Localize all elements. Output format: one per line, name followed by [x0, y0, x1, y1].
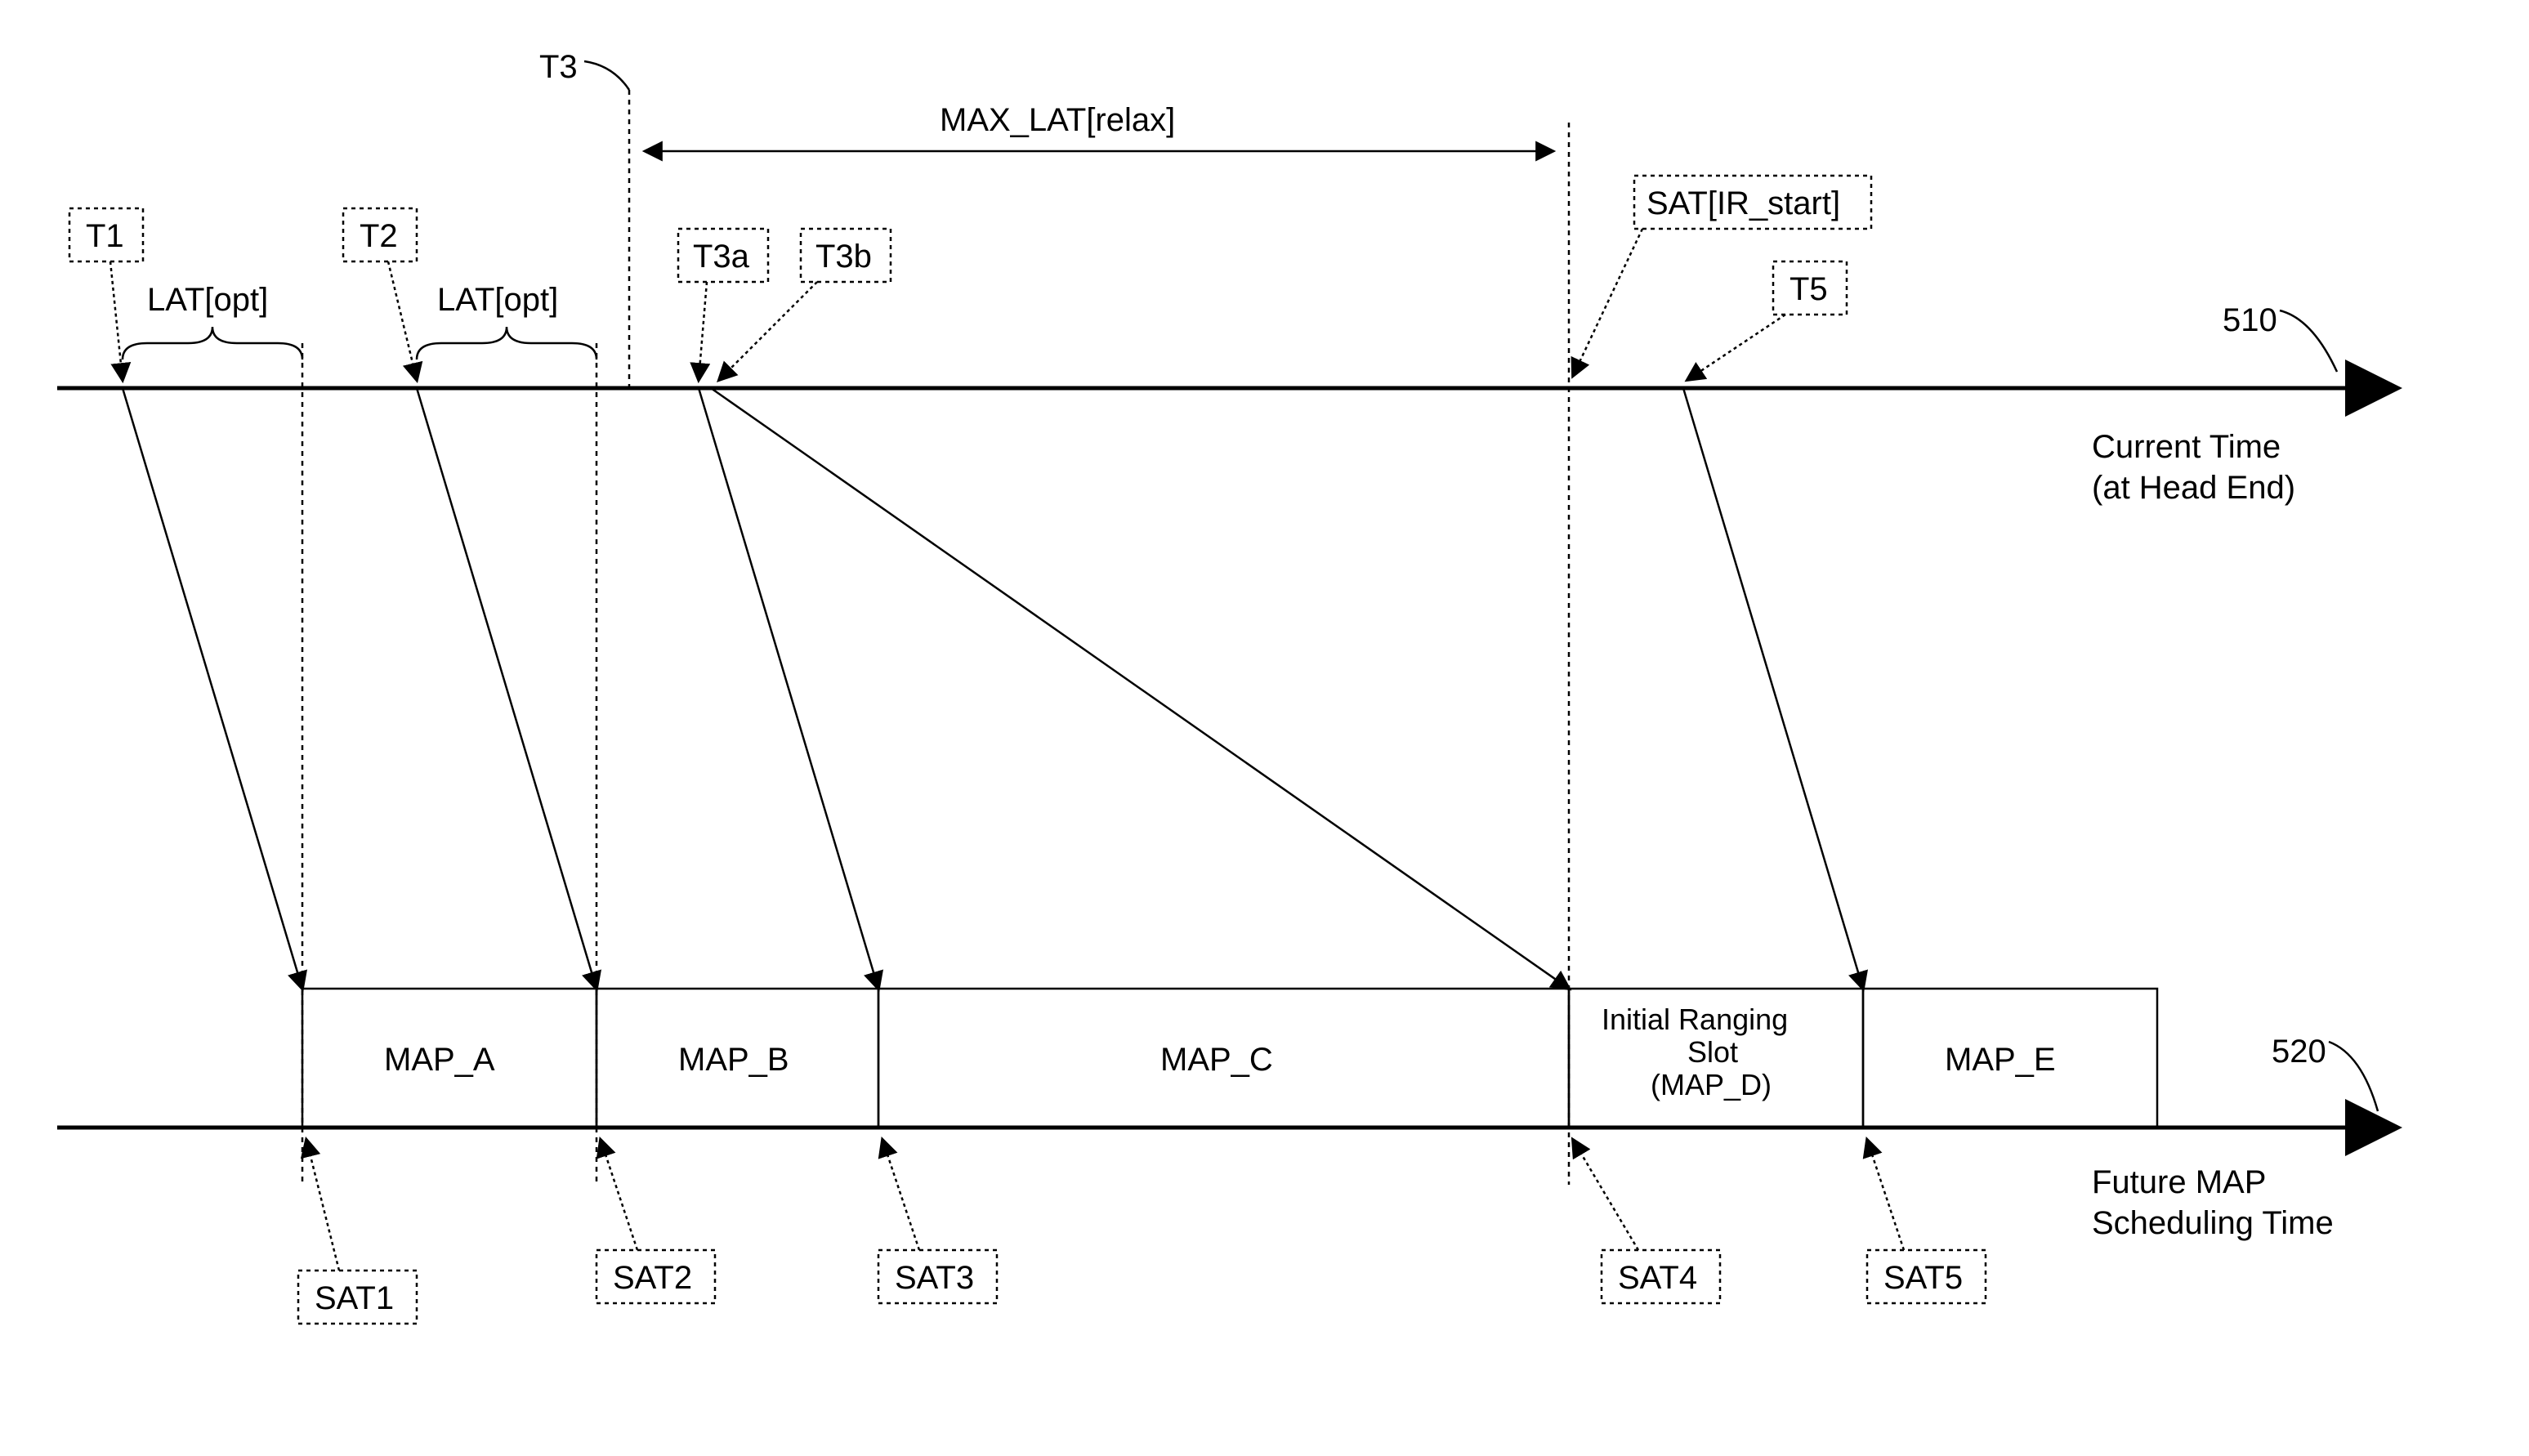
sat5-leader — [1867, 1140, 1904, 1250]
sat-ir-leader — [1573, 229, 1642, 376]
map-e-label: MAP_E — [1945, 1042, 2056, 1078]
sat2-leader — [601, 1140, 637, 1250]
sat3-label: SAT3 — [895, 1260, 974, 1296]
sat1-label: SAT1 — [315, 1280, 394, 1316]
sat1-leader — [306, 1140, 339, 1271]
arrow-t3b-map-d — [711, 388, 1569, 989]
ref-510-leader — [2280, 310, 2337, 372]
t2-label: T2 — [360, 218, 398, 254]
map-d-label-3: (MAP_D) — [1651, 1068, 1772, 1101]
t3b-label: T3b — [815, 239, 872, 275]
top-axis-label-2: (at Head End) — [2092, 470, 2295, 506]
ref-510: 510 — [2223, 302, 2277, 338]
t3a-label: T3a — [693, 239, 750, 275]
ref-520: 520 — [2272, 1034, 2326, 1070]
t3-leader — [584, 61, 629, 90]
map-c-label: MAP_C — [1160, 1042, 1273, 1078]
max-lat-label: MAX_LAT[relax] — [940, 102, 1175, 138]
sat4-label: SAT4 — [1618, 1260, 1697, 1296]
sat4-leader — [1573, 1140, 1638, 1250]
ref-520-leader — [2329, 1042, 2378, 1111]
t3b-leader — [719, 282, 817, 380]
t3a-leader — [699, 282, 707, 380]
map-a-label: MAP_A — [384, 1042, 495, 1078]
arrow-t2-map-b — [417, 388, 597, 989]
t1-label: T1 — [86, 218, 124, 254]
t2-leader — [388, 261, 417, 380]
map-b-label: MAP_B — [678, 1042, 789, 1078]
sat5-label: SAT5 — [1883, 1260, 1963, 1296]
map-d-label-1: Initial Ranging — [1602, 1003, 1788, 1036]
bot-axis-label-2: Scheduling Time — [2092, 1205, 2334, 1241]
timing-diagram: Current Time (at Head End) 510 Future MA… — [0, 0, 2529, 1456]
lat-opt-1-label: LAT[opt] — [147, 282, 268, 318]
map-d-label-2: Slot — [1687, 1035, 1738, 1069]
sat-ir-label: SAT[IR_start] — [1647, 185, 1840, 221]
t5-leader — [1687, 315, 1785, 380]
bot-axis-label-1: Future MAP — [2092, 1164, 2266, 1200]
top-axis-label-1: Current Time — [2092, 429, 2281, 465]
t5-label: T5 — [1790, 271, 1828, 307]
sat3-leader — [882, 1140, 919, 1250]
lat-opt-brace-2 — [417, 327, 597, 360]
arrow-t1-map-a — [123, 388, 302, 989]
lat-opt-brace-1 — [123, 327, 302, 360]
sat2-label: SAT2 — [613, 1260, 692, 1296]
arrow-t3a-map-c — [699, 388, 878, 989]
lat-opt-2-label: LAT[opt] — [437, 282, 558, 318]
arrow-t5-map-e — [1683, 388, 1863, 989]
t1-leader — [110, 261, 123, 380]
t3-label: T3 — [539, 49, 578, 85]
